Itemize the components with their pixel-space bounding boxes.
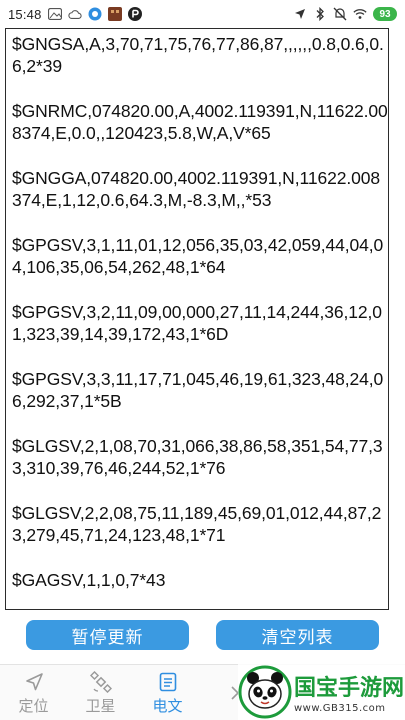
wifi-icon [353, 7, 367, 21]
nmea-message-list: $GNGSA,A,3,70,71,75,76,77,86,87,,,,,,0.8… [12, 33, 388, 591]
location-icon [293, 7, 307, 21]
tab-satellite-label: 卫星 [85, 696, 116, 715]
navigation-icon [25, 672, 43, 690]
satellite-icon [89, 670, 112, 693]
tab-messages[interactable]: 电文 [134, 665, 201, 720]
clear-list-button[interactable]: 清空列表 [216, 620, 379, 650]
nmea-message: $GAGSV,1,1,0,7*43 [12, 570, 166, 590]
nmea-message: $GNGGA,074820.00,4002.119391,N,11622.008… [12, 168, 381, 210]
status-bar: 15:48 93 [0, 0, 405, 28]
nmea-message: $GPGSV,3,2,11,09,00,000,27,11,14,244,36,… [12, 302, 382, 344]
tab-messages-label: 电文 [152, 696, 183, 715]
nmea-message: $GPGSV,3,3,11,17,71,045,46,19,61,323,48,… [12, 369, 384, 411]
tab-positioning[interactable]: 定位 [0, 665, 67, 720]
nmea-message: $GPGSV,3,1,11,01,12,056,35,03,42,059,44,… [12, 235, 384, 277]
tab-satellite[interactable]: 卫星 [67, 665, 134, 720]
browser-icon [88, 7, 102, 21]
p-icon [127, 7, 142, 21]
app-icon [107, 7, 122, 21]
document-icon [159, 672, 176, 691]
panda-logo-icon [238, 665, 292, 719]
nmea-message: $GLGSV,2,2,08,75,11,189,45,69,01,012,44,… [12, 503, 382, 545]
nmea-message: $GLGSV,2,1,08,70,31,066,38,86,58,351,54,… [12, 436, 383, 478]
watermark-url: www.GB315.com [294, 703, 386, 714]
status-time: 15:48 [8, 6, 42, 22]
watermark: 国宝手游网 www.GB315.com [238, 664, 405, 720]
photo-icon [47, 7, 62, 21]
pause-update-button[interactable]: 暂停更新 [26, 620, 189, 650]
nmea-message: $GNGSA,A,3,70,71,75,76,77,86,87,,,,,,0.8… [12, 34, 384, 76]
status-right: 93 [293, 7, 397, 21]
tab-positioning-label: 定位 [18, 696, 49, 715]
bluetooth-icon [313, 7, 327, 21]
cloud-icon [67, 7, 82, 21]
mute-icon [333, 7, 347, 21]
nmea-message: $GNRMC,074820.00,A,4002.119391,N,11622.0… [12, 101, 388, 143]
watermark-text: 国宝手游网 www.GB315.com [294, 670, 404, 714]
action-button-row: 暂停更新 清空列表 [0, 620, 405, 656]
status-left: 15:48 [8, 7, 142, 22]
watermark-title: 国宝手游网 [294, 676, 405, 701]
battery-icon: 93 [373, 7, 397, 21]
nmea-message-panel[interactable]: $GNGSA,A,3,70,71,75,76,77,86,87,,,,,,0.8… [5, 28, 389, 610]
